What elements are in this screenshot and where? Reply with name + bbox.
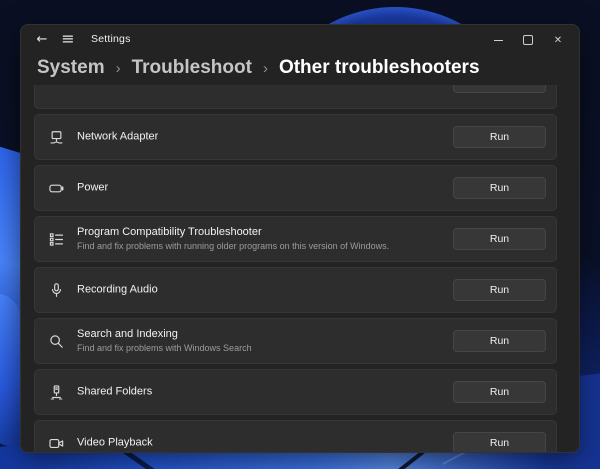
- battery-icon: [47, 179, 65, 197]
- network-adapter-icon: [47, 128, 65, 146]
- run-button[interactable]: Run: [453, 432, 546, 452]
- minimize-icon: [493, 39, 503, 41]
- app-title: Settings: [91, 33, 131, 45]
- back-button[interactable]: ←: [31, 29, 53, 51]
- run-button[interactable]: Run: [453, 228, 546, 250]
- run-button[interactable]: Run: [453, 279, 546, 301]
- titlebar: ← ≡ Settings ✕: [21, 25, 579, 55]
- search-icon: [47, 332, 65, 350]
- settings-window: ← ≡ Settings ✕ System › Troubleshoot › O…: [20, 24, 580, 453]
- row-texts: Recording Audio: [77, 284, 441, 297]
- close-icon: ✕: [553, 34, 563, 46]
- chevron-right-icon: ›: [262, 60, 268, 77]
- troubleshooter-row: Video Playback Run: [34, 420, 557, 452]
- row-texts: Search and Indexing Find and fix problem…: [77, 328, 441, 354]
- breadcrumb-current-page: Other troubleshooters: [278, 57, 480, 78]
- row-texts: Video Playback: [77, 437, 441, 450]
- troubleshooter-name: Shared Folders: [77, 385, 153, 398]
- troubleshooter-name: Program Compatibility Troubleshooter: [77, 226, 262, 238]
- maximize-button[interactable]: [513, 30, 543, 50]
- back-arrow-icon: ←: [36, 32, 48, 47]
- troubleshooter-row: Search and Indexing Find and fix problem…: [34, 318, 557, 364]
- shared-folder-icon: [47, 383, 65, 401]
- row-texts: Network Adapter: [77, 131, 441, 144]
- chevron-right-icon: ›: [115, 60, 121, 77]
- run-button[interactable]: Run: [453, 85, 546, 93]
- run-button[interactable]: Run: [453, 177, 546, 199]
- row-texts: Shared Folders: [77, 386, 441, 399]
- breadcrumb-troubleshoot[interactable]: Troubleshoot: [132, 57, 252, 79]
- video-camera-icon: [47, 434, 65, 452]
- program-list-icon: [47, 230, 65, 248]
- run-button[interactable]: Run: [453, 330, 546, 352]
- hamburger-menu-icon: ≡: [61, 29, 75, 48]
- window-controls: ✕: [483, 30, 573, 50]
- troubleshooter-list: Run Network Adapter Run Power Run Progra…: [34, 85, 557, 452]
- breadcrumb-system[interactable]: System: [37, 57, 105, 79]
- row-texts: Program Compatibility Troubleshooter Fin…: [77, 226, 441, 252]
- row-texts: Power: [77, 182, 441, 195]
- maximize-icon: [523, 35, 533, 45]
- troubleshooter-row: Network Adapter Run: [34, 114, 557, 160]
- run-button[interactable]: Run: [453, 381, 546, 403]
- troubleshooter-name: Power: [77, 181, 109, 194]
- troubleshooter-row: Program Compatibility Troubleshooter Fin…: [34, 216, 557, 262]
- navigation-menu-button[interactable]: ≡: [57, 28, 79, 50]
- troubleshooter-name: Video Playback: [77, 436, 153, 449]
- troubleshooter-name: Recording Audio: [77, 283, 158, 296]
- minimize-button[interactable]: [483, 30, 513, 50]
- run-button[interactable]: Run: [453, 126, 546, 148]
- troubleshooter-row-partial: Run: [34, 85, 557, 109]
- troubleshooter-row: Recording Audio Run: [34, 267, 557, 313]
- troubleshooter-name: Network Adapter: [77, 130, 159, 143]
- breadcrumb: System › Troubleshoot › Other troublesho…: [37, 57, 480, 79]
- troubleshooter-description: Find and fix problems with running older…: [77, 241, 390, 251]
- troubleshooter-description: Find and fix problems with Windows Searc…: [77, 343, 252, 353]
- troubleshooter-name: Search and Indexing: [77, 328, 178, 340]
- troubleshooter-row: Power Run: [34, 165, 557, 211]
- troubleshooter-row: Shared Folders Run: [34, 369, 557, 415]
- microphone-icon: [47, 281, 65, 299]
- close-button[interactable]: ✕: [543, 30, 573, 50]
